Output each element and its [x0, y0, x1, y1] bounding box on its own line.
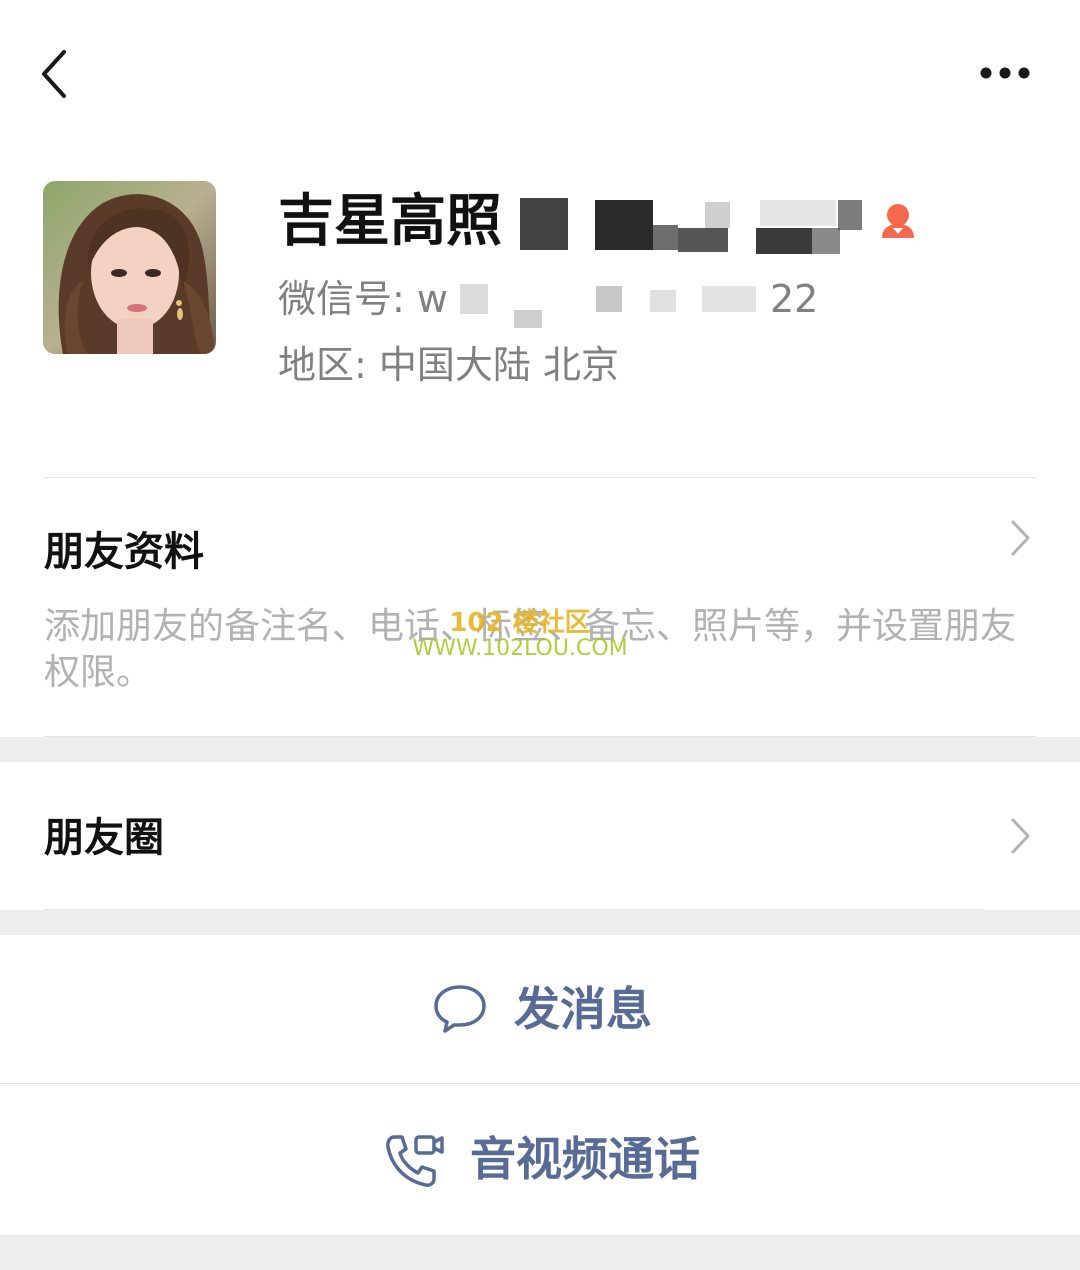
send-message-label: 发消息	[514, 982, 652, 1036]
action-panel: 发消息 音视频通话	[0, 935, 1080, 1235]
female-icon	[882, 204, 914, 238]
friend-profile-divider	[44, 736, 1036, 737]
watermark-line1: 102 楼社区	[449, 608, 591, 638]
more-button[interactable]	[972, 58, 1036, 88]
region-label: 地区: 中国大陆 北京	[278, 343, 619, 387]
video-call-label: 音视频通话	[470, 1132, 700, 1186]
more-dots-icon	[980, 67, 1030, 79]
watermark-line2: WWW.102LOU.COM	[412, 636, 628, 661]
actions-divider	[0, 1083, 1080, 1084]
profile-panel: 吉星高照 微信号: w 22 地区: 中国大陆 北京 朋友资料 添加朋友的备注名…	[0, 0, 1080, 737]
moments-divider	[44, 909, 984, 910]
moments-row[interactable]: 朋友圈	[0, 762, 1080, 910]
send-message-button[interactable]: 发消息	[0, 935, 1080, 1083]
chevron-right-icon	[1011, 520, 1030, 556]
back-button[interactable]	[34, 46, 78, 102]
avatar-photo	[43, 181, 216, 354]
wechat-id-label: 微信号: w	[278, 277, 448, 321]
avatar[interactable]	[43, 181, 216, 354]
moments-title: 朋友圈	[44, 815, 164, 861]
chat-bubble-icon	[434, 985, 486, 1033]
video-call-button[interactable]: 音视频通话	[0, 1085, 1080, 1233]
video-call-icon	[386, 1135, 444, 1187]
wechat-id-tail: 22	[770, 277, 819, 321]
chevron-right-icon	[1011, 818, 1030, 854]
watermark: 102 楼社区 WWW.102LOU.COM	[400, 610, 640, 662]
chevron-left-icon	[42, 50, 66, 98]
friend-profile-title: 朋友资料	[44, 529, 204, 575]
nickname: 吉星高照	[278, 189, 502, 254]
